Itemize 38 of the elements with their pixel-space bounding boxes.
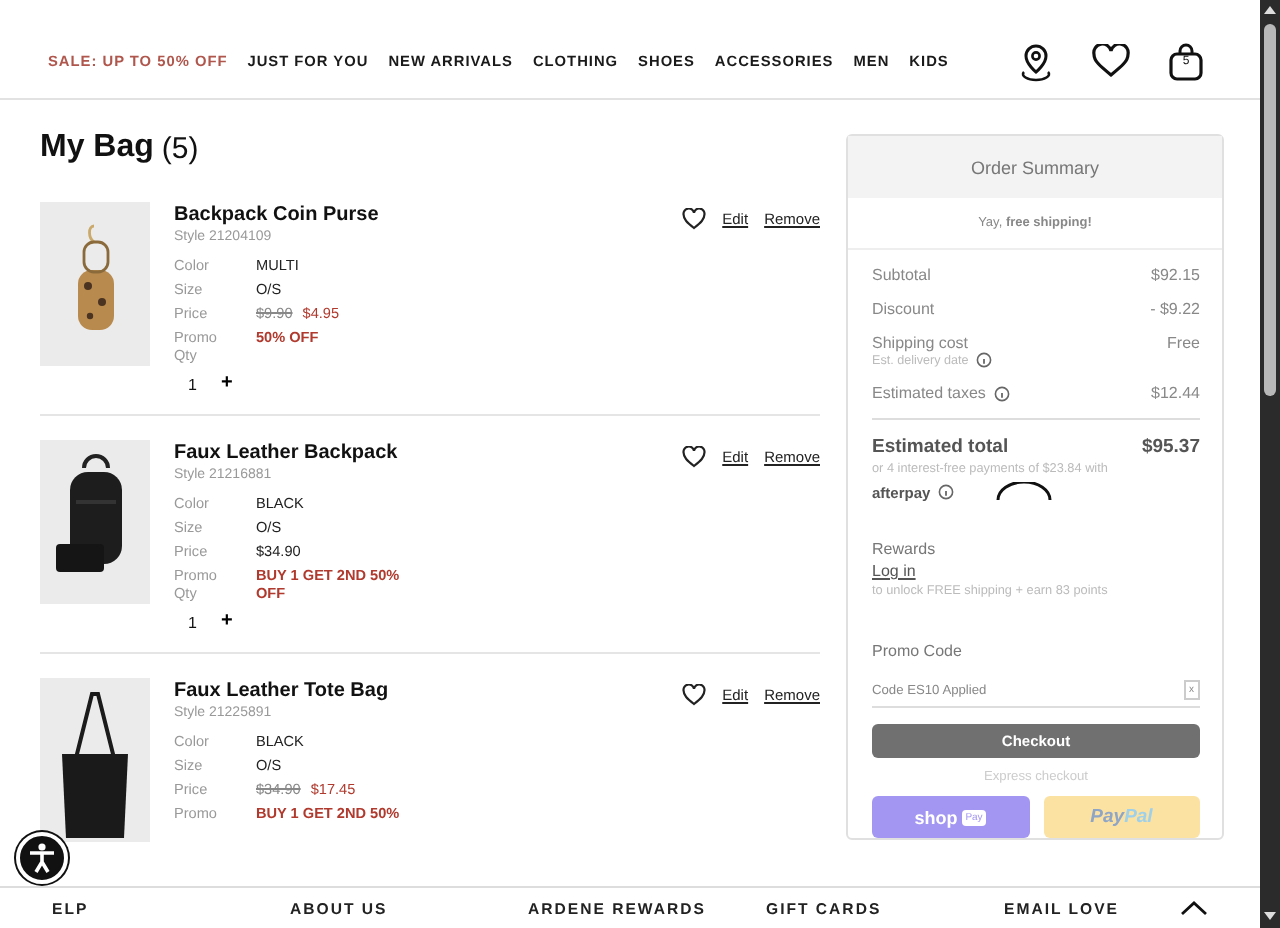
summary-value: $12.44 — [1151, 384, 1200, 402]
summary-label: Shipping cost — [872, 334, 969, 352]
info-icon — [938, 484, 955, 500]
summary-title: Order Summary — [848, 136, 1222, 198]
summary-label: Estimated taxes — [872, 384, 986, 402]
summary-value: $92.15 — [1151, 266, 1200, 284]
login-link[interactable]: Log in — [872, 562, 1200, 580]
quantity-value: 1 — [188, 375, 197, 393]
promo-title: Promo Code — [872, 642, 964, 660]
heart-icon[interactable] — [682, 445, 707, 467]
summary-label: Subtotal — [872, 266, 931, 284]
caret-up-icon[interactable] — [1180, 900, 1208, 916]
plus-button[interactable]: + — [220, 612, 233, 632]
spinner-icon — [994, 482, 1055, 502]
rewards-title: Rewards — [872, 540, 938, 558]
summary-value: Free — [1167, 334, 1200, 356]
accessibility-icon — [28, 842, 56, 874]
heart-icon[interactable] — [682, 683, 707, 705]
summary-value: - $9.22 — [1150, 300, 1200, 318]
paypal-label: Pal — [1124, 806, 1153, 828]
accessibility-button[interactable] — [16, 832, 68, 884]
plus-button[interactable]: + — [220, 374, 233, 394]
shop-label: shop — [914, 807, 958, 827]
total-value: $95.37 — [1141, 436, 1200, 458]
location-pin-icon[interactable] — [1018, 41, 1054, 81]
heart-icon[interactable] — [682, 207, 707, 229]
product-name[interactable]: Faux Leather Backpack — [174, 442, 683, 464]
page-title: My Bag — [40, 130, 154, 166]
summary-label: Discount — [872, 300, 935, 318]
product-name[interactable]: Backpack Coin Purse — [174, 204, 683, 226]
paypal-label: Pay — [1090, 806, 1125, 828]
item-count: (5) — [161, 131, 199, 165]
bag-icon — [1168, 41, 1204, 81]
product-name[interactable]: Faux Leather Tote Bag — [174, 680, 683, 702]
info-icon — [976, 352, 993, 368]
total-label: Estimated total — [872, 436, 1009, 458]
quantity-value: 1 — [188, 613, 197, 631]
heart-icon[interactable] — [1092, 44, 1130, 78]
